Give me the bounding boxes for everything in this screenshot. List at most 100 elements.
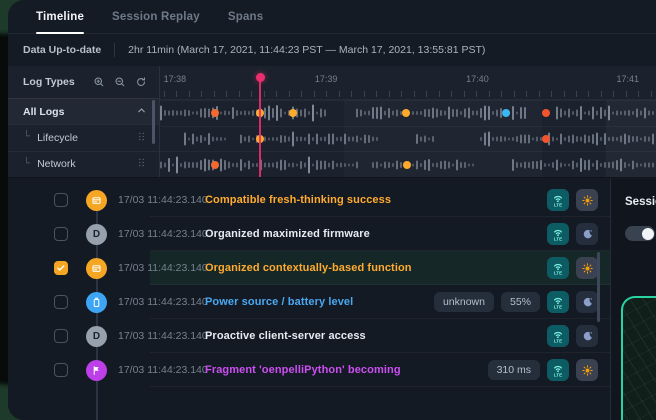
network-lte-icon[interactable]: LTE bbox=[547, 257, 569, 279]
log-timestamp: 17/03 11:44:23.140 bbox=[118, 194, 208, 206]
row-actions: LTE bbox=[547, 223, 598, 245]
network-lte-icon[interactable]: LTE bbox=[547, 291, 569, 313]
flag-icon bbox=[86, 360, 107, 381]
log-type-row-lifecycle[interactable]: └ Lifecycle bbox=[8, 124, 159, 150]
network-lte-icon[interactable]: LTE bbox=[547, 359, 569, 381]
time-tick-label: 17:39 bbox=[315, 74, 338, 84]
main-card: Timeline Session Replay Spans Data Up-to-d… bbox=[8, 0, 656, 420]
selection-band bbox=[344, 100, 542, 177]
event-dot[interactable] bbox=[402, 109, 410, 117]
log-timestamp: 17/03 11:44:23.140 bbox=[118, 330, 208, 342]
log-row[interactable]: 17/03 11:44:23.140Compatible fresh-think… bbox=[8, 183, 610, 217]
log-type-name: Network bbox=[37, 158, 76, 170]
session-toggle-row: Da bbox=[625, 226, 656, 241]
log-row[interactable]: D17/03 11:44:23.140Organized maximized f… bbox=[8, 217, 610, 251]
sun-icon[interactable] bbox=[576, 189, 598, 211]
refresh-icon[interactable] bbox=[135, 76, 147, 88]
time-tick-label: 17:41 bbox=[616, 74, 639, 84]
log-types-header: Log Types bbox=[8, 66, 159, 98]
log-type-label: └ Lifecycle bbox=[23, 132, 78, 144]
log-message[interactable]: Power source / battery level bbox=[205, 296, 353, 308]
drag-handle-icon[interactable] bbox=[136, 157, 147, 171]
event-dot[interactable] bbox=[211, 109, 219, 117]
row-checkbox[interactable] bbox=[54, 227, 68, 241]
event-dot[interactable] bbox=[211, 161, 219, 169]
svg-text:LTE: LTE bbox=[554, 373, 562, 378]
session-panel-title: Session bbox=[625, 196, 656, 208]
log-type-row-network[interactable]: └ Network bbox=[8, 151, 159, 177]
sun-icon[interactable] bbox=[576, 359, 598, 381]
svg-text:LTE: LTE bbox=[554, 305, 562, 310]
log-message[interactable]: Organized maximized firmware bbox=[205, 228, 370, 240]
card-icon bbox=[86, 258, 107, 279]
time-range-value: 2hr 11min (March 17, 2021, 11:44:23 PST … bbox=[128, 44, 485, 56]
svg-text:LTE: LTE bbox=[554, 203, 562, 208]
log-type-label: └ Network bbox=[23, 158, 76, 170]
log-list-section: 17/03 11:44:23.140Compatible fresh-think… bbox=[8, 179, 656, 420]
tab-spans[interactable]: Spans bbox=[228, 0, 264, 33]
log-message[interactable]: Compatible fresh-thinking success bbox=[205, 194, 391, 206]
value-badge: 55% bbox=[501, 292, 540, 312]
log-message[interactable]: Proactive client-server access bbox=[205, 330, 366, 342]
event-dot[interactable] bbox=[403, 161, 411, 169]
log-timestamp: 17/03 11:44:23.140 bbox=[118, 228, 208, 240]
event-dot[interactable] bbox=[289, 109, 297, 117]
log-list: 17/03 11:44:23.140Compatible fresh-think… bbox=[8, 179, 610, 420]
row-actions: unknown 55% LTE bbox=[434, 291, 598, 313]
list-scrollbar[interactable] bbox=[597, 252, 600, 322]
letter-d-icon: D bbox=[86, 326, 107, 347]
log-row[interactable]: D 17/03 11:44:23.140Proactive client-serv… bbox=[8, 319, 610, 353]
moon-icon[interactable] bbox=[576, 291, 598, 313]
info-bar: Data Up-to-date 2hr 11min (March 17, 202… bbox=[8, 34, 656, 66]
battery-icon bbox=[86, 292, 107, 313]
value-badge: unknown bbox=[434, 292, 494, 312]
svg-text:LTE: LTE bbox=[554, 339, 562, 344]
row-checkbox[interactable] bbox=[54, 193, 68, 207]
time-tick-label: 17:40 bbox=[466, 74, 489, 84]
svg-text:LTE: LTE bbox=[554, 237, 562, 242]
log-type-label: All Logs bbox=[23, 106, 64, 118]
event-dot[interactable] bbox=[542, 109, 550, 117]
svg-text:LTE: LTE bbox=[554, 271, 562, 276]
session-toggle[interactable] bbox=[625, 226, 655, 241]
log-row[interactable]: 17/03 11:44:23.140Organized contextually… bbox=[8, 251, 610, 285]
row-actions: 310 ms LTE bbox=[488, 359, 598, 381]
log-message[interactable]: Organized contextually-based function bbox=[205, 262, 412, 274]
time-ruler: 17:3817:3917:4017:41 bbox=[160, 66, 656, 100]
sun-icon[interactable] bbox=[576, 257, 598, 279]
tab-session-replay[interactable]: Session Replay bbox=[112, 0, 200, 33]
timeline-canvas[interactable]: 17:3817:3917:4017:41 bbox=[160, 66, 656, 177]
network-lte-icon[interactable]: LTE bbox=[547, 223, 569, 245]
network-lte-icon[interactable]: LTE bbox=[547, 325, 569, 347]
app-screenshot: Timeline Session Replay Spans Data Up-to-d… bbox=[0, 0, 656, 420]
zoom-out-icon[interactable] bbox=[114, 76, 126, 88]
row-checkbox[interactable] bbox=[54, 363, 68, 377]
playhead-line bbox=[259, 78, 261, 177]
event-dot[interactable] bbox=[502, 109, 510, 117]
row-actions: LTE bbox=[547, 189, 598, 211]
tree-branch-icon: └ bbox=[23, 131, 30, 142]
log-message[interactable]: Fragment 'oenpelliPython' becoming bbox=[205, 364, 401, 376]
chevron-up-icon[interactable] bbox=[136, 105, 147, 119]
drag-handle-icon[interactable] bbox=[136, 131, 147, 145]
moon-icon[interactable] bbox=[576, 325, 598, 347]
row-checkbox[interactable] bbox=[54, 329, 68, 343]
zoom-in-icon[interactable] bbox=[93, 76, 105, 88]
tab-timeline[interactable]: Timeline bbox=[36, 0, 84, 33]
log-timestamp: 17/03 11:44:23.140 bbox=[118, 364, 208, 376]
tree-branch-icon: └ bbox=[23, 158, 30, 169]
divider bbox=[114, 43, 115, 57]
event-dot[interactable] bbox=[542, 135, 550, 143]
log-row[interactable]: 17/03 11:44:23.140Fragment 'oenpelliPyth… bbox=[8, 353, 610, 387]
row-checkbox[interactable] bbox=[54, 261, 68, 275]
value-badge: 310 ms bbox=[488, 360, 540, 380]
network-lte-icon[interactable]: LTE bbox=[547, 189, 569, 211]
row-checkbox[interactable] bbox=[54, 295, 68, 309]
log-row[interactable]: 17/03 11:44:23.140Power source / battery… bbox=[8, 285, 610, 319]
log-type-row-all-logs[interactable]: All Logs bbox=[8, 98, 159, 124]
session-map-preview[interactable] bbox=[621, 296, 656, 420]
log-type-name: Lifecycle bbox=[37, 132, 78, 144]
log-types-panel: Log Types All Logs └ Lifecycle └ Network bbox=[8, 66, 160, 177]
log-types-scrollbar[interactable] bbox=[152, 100, 155, 144]
moon-icon[interactable] bbox=[576, 223, 598, 245]
